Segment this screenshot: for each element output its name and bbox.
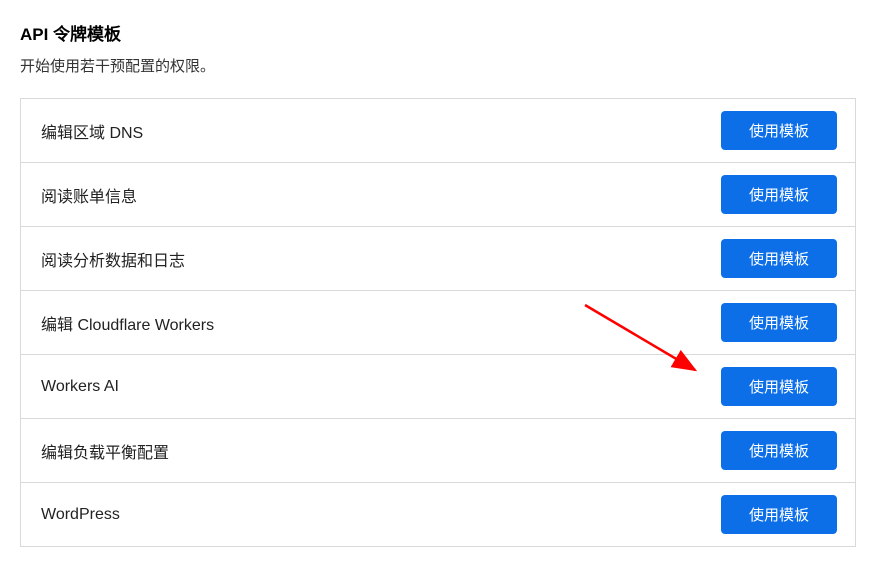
template-row: 编辑负载平衡配置 使用模板 — [21, 419, 855, 483]
use-template-button[interactable]: 使用模板 — [721, 495, 837, 534]
template-row: 阅读分析数据和日志 使用模板 — [21, 227, 855, 291]
use-template-button[interactable]: 使用模板 — [721, 111, 837, 150]
template-name: 阅读分析数据和日志 — [41, 247, 185, 271]
template-list: 编辑区域 DNS 使用模板 阅读账单信息 使用模板 阅读分析数据和日志 使用模板… — [20, 98, 856, 547]
template-row: 编辑 Cloudflare Workers 使用模板 — [21, 291, 855, 355]
use-template-button[interactable]: 使用模板 — [721, 239, 837, 278]
use-template-button[interactable]: 使用模板 — [721, 431, 837, 470]
template-name: 阅读账单信息 — [41, 183, 137, 207]
use-template-button[interactable]: 使用模板 — [721, 175, 837, 214]
use-template-button[interactable]: 使用模板 — [721, 303, 837, 342]
template-name: 编辑负载平衡配置 — [41, 439, 169, 463]
template-name: 编辑区域 DNS — [41, 119, 143, 143]
template-name: WordPress — [41, 506, 120, 524]
template-row: 阅读账单信息 使用模板 — [21, 163, 855, 227]
page-title: API 令牌模板 — [20, 20, 856, 45]
use-template-button[interactable]: 使用模板 — [721, 367, 837, 406]
page-subtitle: 开始使用若干预配置的权限。 — [20, 55, 856, 76]
template-row: Workers AI 使用模板 — [21, 355, 855, 419]
template-row: WordPress 使用模板 — [21, 483, 855, 547]
template-name: Workers AI — [41, 378, 119, 396]
template-name: 编辑 Cloudflare Workers — [41, 311, 214, 335]
template-row: 编辑区域 DNS 使用模板 — [21, 99, 855, 163]
